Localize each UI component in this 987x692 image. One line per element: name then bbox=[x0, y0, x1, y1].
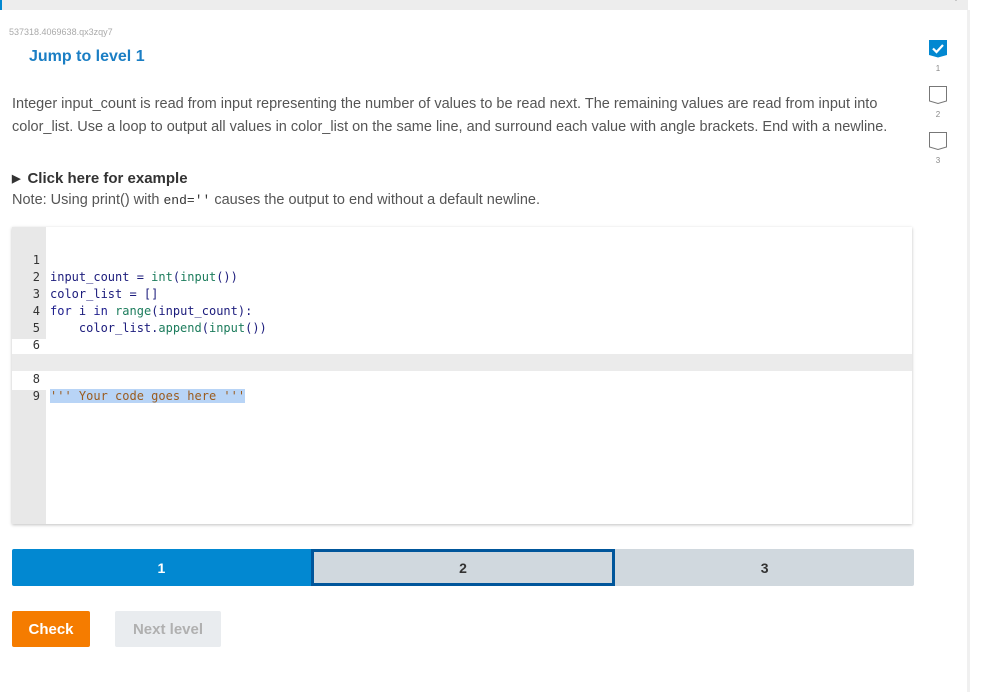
side-level-3[interactable]: 3 bbox=[929, 132, 947, 178]
panel-divider bbox=[967, 10, 970, 692]
top-accent-marker bbox=[0, 0, 2, 10]
side-level-number: 2 bbox=[935, 110, 941, 119]
note-prefix: Note: Using print() with bbox=[12, 192, 164, 208]
example-toggle-label: Click here for example bbox=[27, 170, 188, 187]
level-progress-bar: 1 2 3 bbox=[12, 549, 915, 586]
code-editor[interactable]: 1 input_count = int(input()) 2 color_lis… bbox=[12, 227, 912, 524]
code-line-8[interactable]: 8 ''' Your code goes here ''' bbox=[12, 354, 912, 403]
check-button[interactable]: Check bbox=[12, 611, 90, 647]
level-2-segment[interactable]: 2 bbox=[310, 549, 616, 586]
activity-id: 537318.4069638.qx3zqy7 bbox=[9, 27, 113, 37]
selected-placeholder-comment[interactable]: ''' Your code goes here ''' bbox=[50, 389, 246, 403]
jump-to-level-title: Jump to level 1 bbox=[29, 48, 145, 65]
code-line-2[interactable]: 2 color_list = [] bbox=[12, 252, 912, 301]
code-line-5[interactable]: 5 bbox=[12, 303, 912, 335]
line-number: 9 bbox=[32, 389, 40, 403]
side-level-indicators: 1 2 3 bbox=[929, 40, 947, 178]
problem-prompt: Integer input_count is read from input r… bbox=[12, 96, 888, 135]
code-line-9[interactable]: 9 bbox=[12, 371, 912, 403]
incomplete-badge-icon bbox=[929, 86, 947, 104]
level-3-segment[interactable]: 3 bbox=[615, 549, 915, 586]
note-code: end='' bbox=[163, 193, 211, 208]
code-lines[interactable]: 1 input_count = int(input()) 2 color_lis… bbox=[12, 235, 912, 403]
top-collapsed-bar bbox=[0, 0, 968, 10]
level-1-segment[interactable]: 1 bbox=[12, 549, 311, 586]
side-level-number: 3 bbox=[935, 156, 941, 165]
completed-check-icon bbox=[929, 40, 947, 58]
note-text: Note: Using print() with end='' causes t… bbox=[12, 192, 540, 208]
code-line-6[interactable]: 6 print(f'List has {input_count} element… bbox=[12, 320, 912, 369]
code-line-3[interactable]: 3 for i in range(input_count): bbox=[12, 269, 912, 318]
side-level-1[interactable]: 1 bbox=[929, 40, 947, 86]
side-level-number: 1 bbox=[935, 64, 941, 73]
code-text: ''' Your code goes here ''' bbox=[50, 388, 246, 405]
triangle-right-icon: ▶ bbox=[12, 173, 21, 185]
chevron-down-icon[interactable] bbox=[950, 0, 962, 2]
side-level-2[interactable]: 2 bbox=[929, 86, 947, 132]
incomplete-badge-icon bbox=[929, 132, 947, 150]
next-level-button[interactable]: Next level bbox=[115, 611, 221, 647]
example-toggle[interactable]: ▶ Click here for example bbox=[12, 170, 188, 187]
note-suffix: causes the output to end without a defau… bbox=[210, 192, 541, 208]
code-line-1[interactable]: 1 input_count = int(input()) bbox=[12, 235, 912, 284]
code-line-4[interactable]: 4 color_list.append(input()) bbox=[12, 286, 912, 335]
code-line-7[interactable]: 7 bbox=[12, 337, 912, 369]
